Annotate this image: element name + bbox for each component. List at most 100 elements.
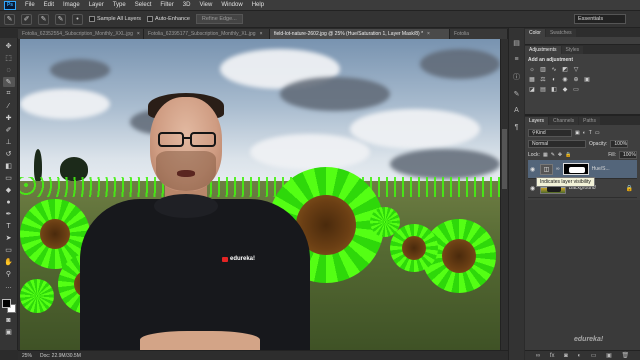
history-brush-tool-icon[interactable]: ↺ — [3, 149, 15, 159]
pixel-filter-icon[interactable]: ▣ — [575, 130, 580, 136]
layer-kind-select[interactable]: ⚲ Kind — [528, 128, 572, 137]
zoom-level[interactable]: 25% — [22, 353, 32, 359]
subtract-selection-icon[interactable]: ✎ — [55, 13, 66, 25]
menu-type[interactable]: Type — [113, 2, 126, 8]
auto-enhance-checkbox[interactable]: Auto-Enhance — [147, 16, 190, 22]
close-icon[interactable]: × — [427, 31, 430, 37]
add-mask-icon[interactable]: ◙ — [564, 353, 568, 359]
lock-move-icon[interactable]: ✥ — [558, 152, 562, 158]
tab-swatches[interactable]: Swatches — [545, 29, 576, 37]
document-tab-active[interactable]: field-lot-nature-2602.jpg @ 25% (Hue/Sat… — [270, 29, 450, 39]
properties-panel-icon[interactable]: ≡ — [512, 55, 521, 64]
layer-mask-thumbnail[interactable] — [562, 163, 589, 175]
gradient-map-icon[interactable]: ▭ — [572, 86, 580, 93]
tab-paths[interactable]: Paths — [579, 117, 600, 125]
quick-select-tool-icon[interactable]: ✎ — [4, 13, 15, 25]
menu-layer[interactable]: Layer — [89, 2, 104, 8]
color-swatches[interactable] — [1, 299, 16, 313]
tab-channels[interactable]: Channels — [549, 117, 579, 125]
black-white-icon[interactable]: ◐ — [550, 76, 558, 83]
brush-size-icon[interactable]: • — [72, 13, 83, 25]
lasso-tool-icon[interactable]: ◌ — [3, 65, 15, 75]
color-balance-icon[interactable]: ⚖ — [539, 76, 547, 83]
color-lookup-icon[interactable]: ▣ — [583, 76, 591, 83]
layer-row-background[interactable]: ◉ Background 🔒 Indicates layer visibilit… — [528, 177, 637, 198]
menu-select[interactable]: Select — [135, 2, 152, 8]
menu-image[interactable]: Image — [63, 2, 80, 8]
more-tools-icon[interactable]: … — [3, 281, 15, 291]
vibrance-icon[interactable]: ▽ — [572, 66, 580, 73]
invert-icon[interactable]: ◪ — [528, 86, 536, 93]
eraser-tool-icon[interactable]: ◧ — [3, 161, 15, 171]
shape-tool-icon[interactable]: ▭ — [3, 245, 15, 255]
new-layer-icon[interactable]: ▣ — [606, 352, 612, 359]
sample-all-layers-checkbox[interactable]: Sample All Layers — [89, 16, 141, 22]
exposure-icon[interactable]: ◩ — [561, 66, 569, 73]
tab-styles[interactable]: Styles — [561, 46, 584, 54]
crop-tool-icon[interactable]: ⌗ — [3, 89, 15, 99]
tab-color[interactable]: Color — [525, 29, 545, 37]
character-panel-icon[interactable]: A — [512, 106, 521, 115]
close-icon[interactable]: × — [260, 31, 263, 37]
document-canvas[interactable]: edureka! — [20, 39, 500, 350]
quick-mask-icon[interactable]: ◙ — [3, 315, 15, 325]
lock-all-icon[interactable]: 🔒 — [565, 152, 571, 158]
new-adjustment-icon[interactable]: ◐ — [577, 353, 581, 359]
menu-edit[interactable]: Edit — [44, 2, 54, 8]
clone-stamp-tool-icon[interactable]: ⊥ — [3, 137, 15, 147]
brush-tool-icon[interactable]: ✐ — [3, 125, 15, 135]
layer-name[interactable]: Hue/S... — [592, 166, 610, 172]
quick-selection-tool-icon[interactable]: ✎ — [2, 77, 15, 87]
photo-filter-icon[interactable]: ◉ — [561, 76, 569, 83]
pen-tool-icon[interactable]: ✒ — [3, 209, 15, 219]
hue-saturation-icon[interactable]: ▦ — [528, 76, 536, 83]
levels-icon[interactable]: ▥ — [539, 66, 547, 73]
shape-filter-icon[interactable]: ▭ — [595, 130, 600, 136]
channel-mixer-icon[interactable]: ⊕ — [572, 76, 580, 83]
zoom-tool-icon[interactable]: ⚲ — [3, 269, 15, 279]
checkbox-box[interactable] — [147, 16, 154, 22]
blur-tool-icon[interactable]: ◆ — [3, 185, 15, 195]
blend-mode-select[interactable]: Normal — [528, 139, 586, 148]
menu-view[interactable]: View — [199, 2, 212, 8]
healing-brush-tool-icon[interactable]: ✚ — [3, 113, 15, 123]
move-tool-icon[interactable]: ✥ — [3, 41, 15, 51]
canvas-vertical-scrollbar[interactable] — [500, 39, 508, 350]
new-selection-icon[interactable]: ✐ — [21, 13, 32, 25]
brightness-contrast-icon[interactable]: ☼ — [528, 66, 536, 73]
tab-adjustments[interactable]: Adjustments — [525, 46, 561, 54]
close-icon[interactable]: × — [137, 31, 140, 37]
menu-filter[interactable]: Filter — [160, 2, 173, 8]
screen-mode-icon[interactable]: ▣ — [3, 327, 15, 337]
menu-window[interactable]: Window — [221, 2, 242, 8]
workspace-select[interactable]: Essentials — [574, 14, 626, 24]
brush-panel-icon[interactable]: ✎ — [512, 89, 521, 98]
opacity-input[interactable]: 100% — [610, 139, 629, 148]
gradient-tool-icon[interactable]: ▭ — [3, 173, 15, 183]
scrollbar-thumb[interactable] — [502, 129, 507, 189]
path-selection-tool-icon[interactable]: ➤ — [3, 233, 15, 243]
foreground-color-swatch[interactable] — [1, 299, 11, 308]
marquee-tool-icon[interactable]: ⬚ — [3, 53, 15, 63]
document-tab-1[interactable]: Fotolia_62352554_Subscription_Monthly_XX… — [18, 29, 144, 39]
adjustment-layer-thumbnail[interactable]: ◫ — [540, 163, 553, 175]
threshold-icon[interactable]: ◧ — [550, 86, 558, 93]
type-tool-icon[interactable]: T — [3, 221, 15, 231]
refine-edge-button[interactable]: Refine Edge... — [195, 14, 243, 24]
layer-style-icon[interactable]: fx — [550, 353, 555, 359]
curves-icon[interactable]: ∿ — [550, 66, 558, 73]
posterize-icon[interactable]: ▤ — [539, 86, 547, 93]
checkbox-box[interactable] — [89, 16, 95, 22]
dodge-tool-icon[interactable]: ● — [3, 197, 15, 207]
eye-icon[interactable]: ◉ — [530, 166, 537, 173]
tab-layers[interactable]: Layers — [525, 117, 549, 125]
new-group-icon[interactable]: ▭ — [591, 352, 597, 359]
info-panel-icon[interactable]: ⓘ — [512, 72, 521, 81]
history-panel-icon[interactable]: ▤ — [512, 38, 521, 47]
document-tab-2[interactable]: Fotolia_62395177_Subscription_Monthly_XL… — [144, 29, 270, 39]
type-filter-icon[interactable]: T — [589, 130, 592, 136]
adjustment-filter-icon[interactable]: ◐ — [583, 130, 586, 136]
paragraph-panel-icon[interactable]: ¶ — [512, 123, 521, 132]
eyedropper-tool-icon[interactable]: ⁄ — [3, 101, 15, 111]
selective-color-icon[interactable]: ◆ — [561, 86, 569, 93]
